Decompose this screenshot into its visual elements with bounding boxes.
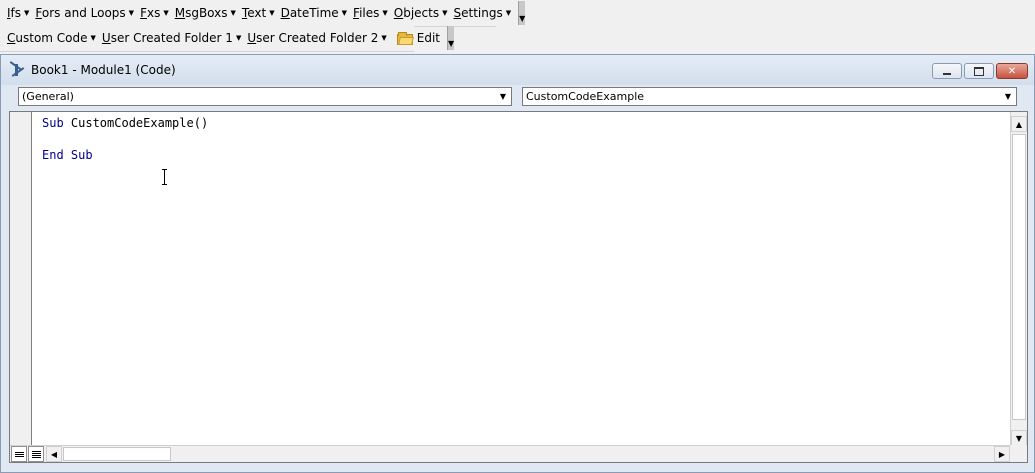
chevron-down-icon: ▼	[519, 14, 526, 23]
menu-msgboxs[interactable]: MsgBoxs ▼	[172, 3, 239, 23]
scroll-thumb[interactable]	[63, 447, 171, 461]
window-title: Book1 - Module1 (Code)	[31, 63, 176, 77]
bottom-bar: ◀ ▶	[10, 445, 1027, 462]
minimize-icon	[943, 72, 951, 75]
close-button[interactable]: ✕	[996, 63, 1028, 79]
restore-button[interactable]	[964, 63, 994, 79]
vertical-scrollbar[interactable]: ▲ ▼	[1010, 112, 1027, 446]
chevron-down-icon[interactable]: ▼	[494, 88, 511, 105]
code-editor: Sub CustomCodeExample() End Sub ▲ ▼ ◀ ▶	[9, 111, 1028, 463]
dropdown-arrow-icon: ▼	[341, 9, 348, 17]
add-in-toolbar: Ifs ▼ Fors and Loops ▼ Fxs ▼ MsgBoxs ▼ Text ▼…	[0, 0, 526, 27]
restore-icon	[974, 66, 984, 76]
scroll-right-icon[interactable]: ▶	[994, 446, 1010, 462]
scroll-corner	[1010, 445, 1027, 462]
toolbar-overflow-button[interactable]: ▼	[447, 26, 455, 50]
minimize-button[interactable]	[932, 63, 962, 79]
menu-ifs[interactable]: Ifs ▼	[4, 3, 32, 23]
dropdown-arrow-icon: ▼	[230, 9, 236, 17]
custom-code-toolbar: Custom Code ▼ User Created Folder 1 ▼ User…	[0, 25, 455, 52]
scroll-up-icon[interactable]: ▲	[1011, 116, 1027, 132]
code-window: Book1 - Module1 (Code) ✕ (General) ▼ Cus…	[0, 54, 1035, 473]
window-titlebar[interactable]: Book1 - Module1 (Code) ✕	[1, 55, 1034, 85]
menu-user-folder-1[interactable]: User Created Folder 1 ▼	[99, 28, 244, 48]
dropdown-arrow-icon: ▼	[442, 9, 448, 17]
chevron-down-icon[interactable]: ▼	[999, 88, 1016, 105]
menu-fxs[interactable]: Fxs ▼	[137, 3, 172, 23]
margin-indicator-bar[interactable]	[10, 112, 32, 446]
scroll-down-icon[interactable]: ▼	[1011, 430, 1027, 446]
code-line[interactable]: End Sub	[42, 148, 93, 162]
dropdown-arrow-icon: ▼	[128, 9, 135, 17]
menu-objects[interactable]: Objects ▼	[391, 3, 451, 23]
menu-fors-and-loops[interactable]: Fors and Loops ▼	[32, 3, 137, 23]
procedure-view-button[interactable]	[11, 446, 27, 462]
procedure-dropdown[interactable]: CustomCodeExample ▼	[522, 87, 1017, 106]
dropdown-arrow-icon: ▼	[235, 34, 242, 42]
object-dropdown[interactable]: (General) ▼	[18, 87, 512, 106]
close-icon: ✕	[1007, 65, 1017, 77]
code-line[interactable]: Sub CustomCodeExample()	[42, 116, 208, 130]
code-text-area[interactable]: Sub CustomCodeExample() End Sub	[32, 112, 1010, 446]
menu-text[interactable]: Text ▼	[239, 3, 278, 23]
dropdown-arrow-icon: ▼	[269, 9, 275, 17]
menu-user-folder-2[interactable]: User Created Folder 2 ▼	[244, 28, 389, 48]
menu-settings[interactable]: Settings ▼	[451, 3, 515, 23]
dropdown-arrow-icon: ▼	[382, 9, 388, 17]
menu-files[interactable]: Files ▼	[350, 3, 391, 23]
folder-icon	[396, 31, 414, 45]
edit-button[interactable]: Edit	[390, 28, 443, 48]
dropdown-arrow-icon: ▼	[381, 34, 387, 42]
scroll-thumb[interactable]	[1012, 134, 1026, 420]
menu-datetime[interactable]: DateTime ▼	[278, 3, 350, 23]
module-icon	[9, 61, 27, 78]
scroll-left-icon[interactable]: ◀	[46, 446, 62, 462]
dropdown-arrow-icon: ▼	[163, 9, 169, 17]
dropdown-arrow-icon: ▼	[24, 9, 30, 17]
chevron-down-icon: ▼	[448, 39, 455, 48]
ibeam-cursor-icon	[162, 169, 168, 185]
dropdown-arrow-icon: ▼	[505, 9, 512, 17]
full-module-view-button[interactable]	[28, 446, 44, 462]
toolbar-overflow-button[interactable]: ▼	[518, 1, 526, 25]
dropdown-arrow-icon: ▼	[90, 34, 96, 42]
menu-custom-code[interactable]: Custom Code ▼	[4, 28, 99, 48]
